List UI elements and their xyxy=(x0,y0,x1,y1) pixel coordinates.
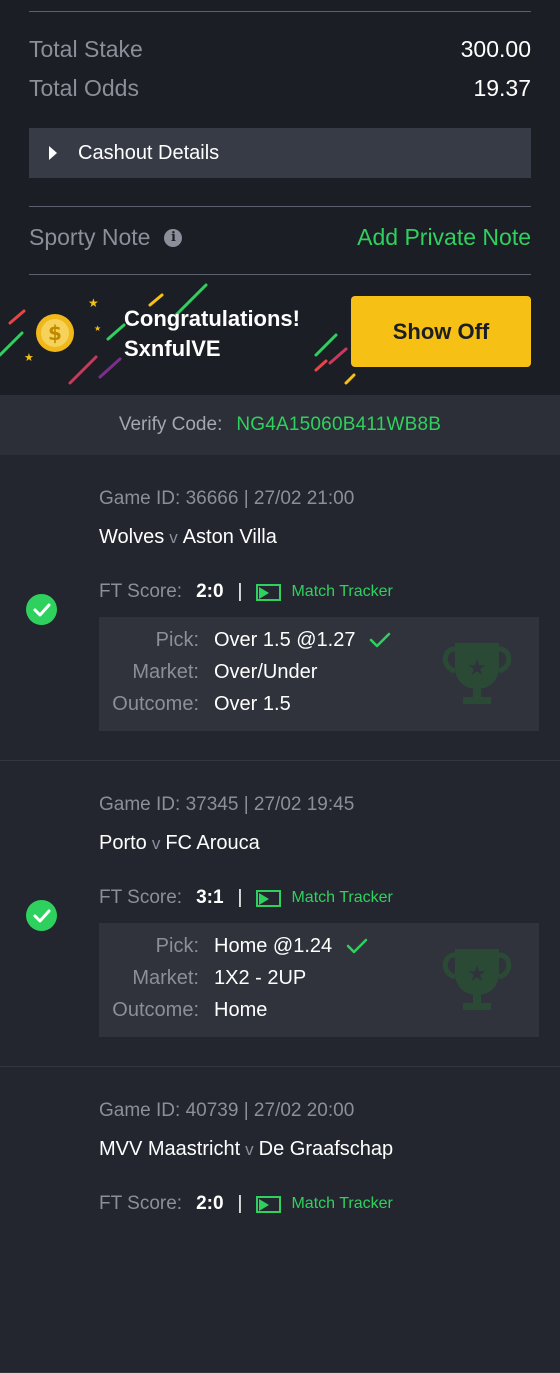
game-id: Game ID: 36666 | 27/02 21:00 xyxy=(99,488,355,509)
ft-score-value: 2:0 xyxy=(196,581,224,602)
outcome-label: Outcome: xyxy=(112,692,199,715)
game-list: Game ID: 36666 | 27/02 21:00 Wolves v Asto… xyxy=(0,455,560,1373)
add-private-note-link[interactable]: Add Private Note xyxy=(357,224,531,251)
svg-text:★: ★ xyxy=(88,296,99,310)
total-odds-label: Total Odds xyxy=(29,75,139,101)
market-value: 1X2 - 2UP xyxy=(214,966,307,989)
caret-right-icon xyxy=(49,146,57,160)
ft-score-row: FT Score: 3:1 | Match Tracker xyxy=(99,887,393,909)
outcome-value: Over 1.5 xyxy=(214,692,291,715)
bet-summary: Total Stake 300.00 Total Odds 19.37 Cash… xyxy=(0,0,560,275)
vs-label: v xyxy=(151,834,161,853)
market-label: Market: xyxy=(132,966,199,989)
game-id: Game ID: 37345 | 27/02 19:45 xyxy=(99,794,355,815)
ft-score-label: FT Score: xyxy=(99,1193,183,1214)
ft-score-label: FT Score: xyxy=(99,581,183,602)
verify-code-value[interactable]: NG4A15060B411WB8B xyxy=(236,414,441,436)
separator: | xyxy=(237,581,243,602)
svg-text:★: ★ xyxy=(467,656,487,681)
verify-code-bar: Verify Code: NG4A15060B411WB8B xyxy=(0,395,560,455)
cashout-details-label: Cashout Details xyxy=(78,141,220,164)
verify-code-label: Verify Code: xyxy=(118,414,223,435)
won-status-icon xyxy=(26,900,57,931)
total-stake-label: Total Stake xyxy=(29,36,143,62)
pick-label: Pick: xyxy=(155,628,199,651)
total-stake-row: Total Stake 300.00 xyxy=(29,36,531,63)
ft-score-row: FT Score: 2:0 | Match Tracker xyxy=(99,1193,393,1215)
trophy-icon: ★ xyxy=(442,643,512,704)
selection-details: Pick: Home @1.24 Market: 1X2 - 2UP Outco… xyxy=(99,923,539,1037)
ft-score-label: FT Score: xyxy=(99,887,183,908)
svg-text:$: $ xyxy=(48,321,62,345)
home-team: MVV Maastricht xyxy=(99,1138,241,1160)
away-team: Aston Villa xyxy=(182,526,277,548)
match-tracker-link[interactable]: Match Tracker xyxy=(291,889,392,907)
pick-value: Over 1.5 @1.27 xyxy=(214,628,356,651)
sporty-note-row: Sporty Note i Add Private Note xyxy=(29,224,531,251)
game-item: Game ID: 37345 | 27/02 19:45 Porto v FC Ar… xyxy=(0,761,560,1067)
total-odds-row: Total Odds 19.37 xyxy=(29,75,531,102)
match-tracker-icon[interactable] xyxy=(256,583,282,601)
pick-value: Home @1.24 xyxy=(214,934,333,957)
trophy-icon: ★ xyxy=(442,949,512,1010)
pick-label: Pick: xyxy=(155,934,199,957)
info-icon[interactable]: i xyxy=(164,228,183,247)
match-teams: Porto v FC Arouca xyxy=(99,832,260,855)
congrats-heading: Congratulations! xyxy=(124,306,300,331)
svg-text:★: ★ xyxy=(94,324,101,333)
ft-score-value: 2:0 xyxy=(196,1193,224,1214)
vs-label: v xyxy=(245,1140,254,1159)
show-off-button[interactable]: Show Off xyxy=(351,296,531,367)
market-value: Over/Under xyxy=(214,660,318,683)
selection-details: Pick: Over 1.5 @1.27 Market: Over/Under … xyxy=(99,617,539,731)
congratulations-text: Congratulations! SxnfulVE xyxy=(124,304,300,364)
match-tracker-icon[interactable] xyxy=(256,889,282,907)
won-status-icon xyxy=(26,594,57,625)
svg-text:★: ★ xyxy=(467,962,487,987)
match-tracker-icon[interactable] xyxy=(256,1195,282,1213)
total-stake-value: 300.00 xyxy=(460,36,531,62)
match-teams: MVV Maastricht v De Graafschap xyxy=(99,1138,393,1161)
divider xyxy=(29,11,531,12)
home-team: Porto xyxy=(99,832,147,854)
outcome-label: Outcome: xyxy=(112,998,199,1021)
sporty-note-label: Sporty Note xyxy=(29,224,151,250)
match-teams: Wolves v Aston Villa xyxy=(99,526,277,549)
separator: | xyxy=(237,1193,243,1214)
away-team: De Graafschap xyxy=(258,1138,394,1160)
username: SxnfulVE xyxy=(124,336,221,361)
market-label: Market: xyxy=(132,660,199,683)
game-item: Game ID: 40739 | 27/02 20:00 MVV Maastri… xyxy=(0,1067,560,1373)
cashout-details-toggle[interactable]: Cashout Details xyxy=(29,128,531,178)
game-item: Game ID: 36666 | 27/02 21:00 Wolves v Asto… xyxy=(0,455,560,761)
divider xyxy=(29,206,531,207)
match-tracker-link[interactable]: Match Tracker xyxy=(291,1195,392,1213)
home-team: Wolves xyxy=(99,526,165,548)
vs-label: v xyxy=(169,528,178,547)
outcome-value: Home xyxy=(214,998,268,1021)
congratulations-banner: ★ ★ ★ $ Congratulations! SxnfulVE Show O… xyxy=(0,275,560,395)
match-tracker-link[interactable]: Match Tracker xyxy=(291,583,392,601)
svg-text:★: ★ xyxy=(24,351,34,364)
ft-score-value: 3:1 xyxy=(196,887,224,908)
ft-score-row: FT Score: 2:0 | Match Tracker xyxy=(99,581,393,603)
total-odds-value: 19.37 xyxy=(473,75,531,101)
game-id: Game ID: 40739 | 27/02 20:00 xyxy=(99,1100,355,1121)
check-icon xyxy=(346,937,368,955)
separator: | xyxy=(237,887,243,908)
away-team: FC Arouca xyxy=(165,832,260,854)
check-icon xyxy=(369,631,391,649)
